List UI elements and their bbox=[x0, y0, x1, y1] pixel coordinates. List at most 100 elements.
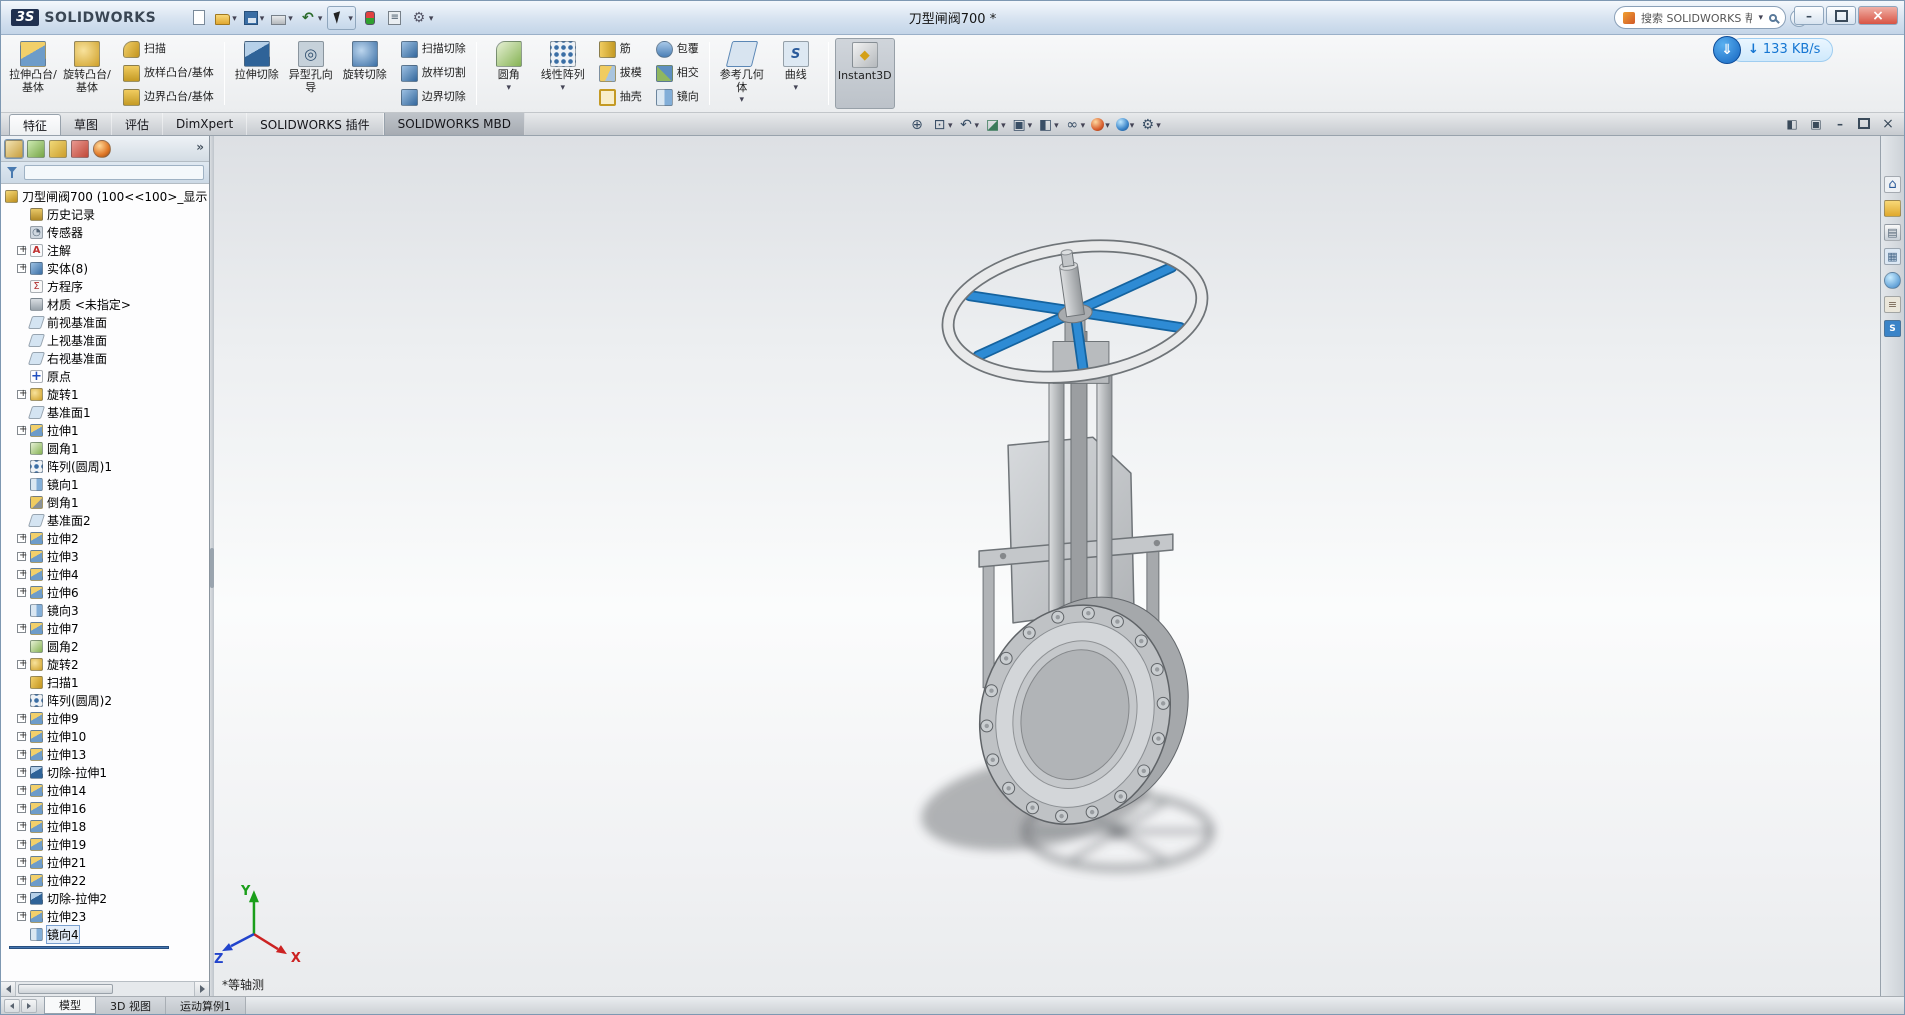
tree-item[interactable]: 拉伸21 bbox=[5, 853, 209, 871]
previous-view-button[interactable] bbox=[957, 115, 982, 135]
tab-scroll-right-button[interactable] bbox=[21, 998, 37, 1013]
commandmanager-tab[interactable]: DimXpert bbox=[163, 113, 248, 135]
tree-item[interactable]: 圆角1 bbox=[5, 439, 209, 457]
expand-toggle-icon[interactable] bbox=[17, 856, 27, 867]
zoom-area-button[interactable] bbox=[930, 115, 955, 135]
search-scope-icon[interactable] bbox=[1623, 11, 1635, 24]
expand-toggle-icon[interactable] bbox=[17, 532, 27, 543]
tree-item[interactable]: 拉伸13 bbox=[5, 745, 209, 763]
tree-item[interactable]: 拉伸3 bbox=[5, 547, 209, 565]
ribbon-button[interactable]: 圆角 bbox=[483, 38, 535, 109]
ribbon-button[interactable]: 扫描切除 bbox=[397, 38, 470, 61]
document-restore-button[interactable] bbox=[1854, 115, 1874, 132]
ribbon-button[interactable]: 旋转凸台/基体 bbox=[61, 38, 113, 109]
tree-item[interactable]: 拉伸4 bbox=[5, 565, 209, 583]
tree-item[interactable]: 拉伸7 bbox=[5, 619, 209, 637]
ribbon-button[interactable]: 镜向 bbox=[652, 86, 703, 109]
commandmanager-tab[interactable]: 草图 bbox=[61, 113, 113, 135]
expand-toggle-icon[interactable] bbox=[17, 568, 27, 579]
file-explorer-icon[interactable] bbox=[1884, 224, 1901, 241]
solidworks-forum-icon[interactable] bbox=[1884, 320, 1901, 337]
expand-toggle-icon[interactable] bbox=[17, 766, 27, 777]
help-search-box[interactable]: 搜索 SOLIDWORKS 帮助 bbox=[1614, 6, 1786, 29]
tree-item[interactable]: 镜向4 bbox=[5, 924, 209, 944]
tree-item[interactable]: 拉伸16 bbox=[5, 799, 209, 817]
tree-item[interactable]: 镜向1 bbox=[5, 475, 209, 493]
expand-toggle-icon[interactable] bbox=[17, 820, 27, 831]
expand-toggle-icon[interactable] bbox=[17, 622, 27, 633]
ribbon-button[interactable]: 拉伸切除 bbox=[231, 38, 283, 109]
expand-toggle-icon[interactable] bbox=[17, 658, 27, 669]
expand-toggle-icon[interactable] bbox=[17, 550, 27, 561]
view-palette-icon[interactable] bbox=[1884, 248, 1901, 265]
tree-item[interactable]: 拉伸9 bbox=[5, 709, 209, 727]
tree-item[interactable]: 实体(8) bbox=[5, 259, 209, 277]
tree-item[interactable]: 拉伸10 bbox=[5, 727, 209, 745]
commandmanager-tab[interactable]: SOLIDWORKS 插件 bbox=[247, 113, 384, 135]
print-button[interactable] bbox=[269, 6, 295, 30]
tree-item[interactable]: 旋转1 bbox=[5, 385, 209, 403]
select-button[interactable] bbox=[327, 5, 356, 30]
scroll-left-button[interactable] bbox=[1, 982, 16, 996]
tree-item[interactable]: 拉伸1 bbox=[5, 421, 209, 439]
expand-toggle-icon[interactable] bbox=[17, 910, 27, 921]
solidworks-resources-icon[interactable] bbox=[1884, 176, 1901, 193]
single-pane-icon[interactable] bbox=[1806, 115, 1826, 132]
tree-item[interactable]: 扫描1 bbox=[5, 673, 209, 691]
ribbon-button[interactable]: 异型孔向导 bbox=[285, 38, 337, 109]
document-tab[interactable]: 模型 bbox=[44, 997, 96, 1014]
save-button[interactable] bbox=[242, 6, 267, 30]
tree-item[interactable]: 切除-拉伸2 bbox=[5, 889, 209, 907]
expand-toggle-icon[interactable] bbox=[17, 784, 27, 795]
document-minimize-button[interactable] bbox=[1830, 115, 1850, 132]
expand-toggle-icon[interactable] bbox=[17, 262, 27, 273]
panel-overflow-chevron[interactable]: » bbox=[196, 140, 204, 154]
tree-item[interactable]: 拉伸14 bbox=[5, 781, 209, 799]
tree-item[interactable]: 阵列(圆周)1 bbox=[5, 457, 209, 475]
design-library-icon[interactable] bbox=[1884, 200, 1901, 217]
tree-item[interactable]: 拉伸23 bbox=[5, 907, 209, 925]
tree-item[interactable]: 阵列(圆周)2 bbox=[5, 691, 209, 709]
displaymanager-tab[interactable] bbox=[93, 139, 111, 158]
new-button[interactable] bbox=[188, 6, 210, 30]
ribbon-button[interactable]: 筋 bbox=[595, 38, 646, 61]
ribbon-button[interactable]: 旋转切除 bbox=[339, 38, 391, 109]
search-dropdown-arrow-icon[interactable] bbox=[1758, 13, 1763, 22]
scrollbar-track[interactable] bbox=[16, 982, 194, 996]
propertymanager-tab[interactable] bbox=[27, 139, 45, 158]
expand-toggle-icon[interactable] bbox=[17, 802, 27, 813]
tree-item[interactable]: 倒角1 bbox=[5, 493, 209, 511]
expand-toggle-icon[interactable] bbox=[17, 244, 27, 255]
rebuild-button[interactable] bbox=[359, 6, 381, 30]
cloud-download-icon[interactable] bbox=[1713, 35, 1741, 64]
expand-toggle-icon[interactable] bbox=[17, 838, 27, 849]
featuremanager-tab[interactable] bbox=[4, 138, 24, 159]
expand-toggle-icon[interactable] bbox=[17, 712, 27, 723]
tree-item[interactable]: 旋转2 bbox=[5, 655, 209, 673]
expand-toggle-icon[interactable] bbox=[17, 388, 27, 399]
maximize-button[interactable] bbox=[1826, 6, 1856, 25]
tree-item[interactable]: 历史记录 bbox=[5, 205, 209, 223]
filter-funnel-icon[interactable] bbox=[6, 166, 19, 179]
ribbon-button[interactable]: 线性阵列 bbox=[537, 38, 589, 109]
ribbon-button[interactable]: 参考几何体 bbox=[716, 38, 768, 109]
split-pane-icon[interactable] bbox=[1782, 115, 1802, 132]
section-view-button[interactable] bbox=[983, 115, 1008, 135]
tree-item[interactable]: 基准面1 bbox=[5, 403, 209, 421]
valve-model[interactable] bbox=[939, 231, 1213, 847]
scrollbar-thumb[interactable] bbox=[18, 984, 113, 994]
tree-item[interactable]: 上视基准面 bbox=[5, 331, 209, 349]
document-tab[interactable]: 运动算例1 bbox=[165, 997, 246, 1014]
tree-item[interactable]: 拉伸2 bbox=[5, 529, 209, 547]
expand-toggle-icon[interactable] bbox=[17, 424, 27, 435]
rollback-bar[interactable] bbox=[9, 946, 169, 949]
commandmanager-tab[interactable]: 评估 bbox=[112, 113, 164, 135]
view-settings-button[interactable] bbox=[1138, 115, 1163, 135]
search-icon[interactable] bbox=[1769, 13, 1777, 22]
ribbon-button[interactable]: 边界凸台/基体 bbox=[119, 86, 218, 109]
file-properties-button[interactable] bbox=[384, 6, 406, 30]
configurationmanager-tab[interactable] bbox=[49, 139, 67, 158]
tree-item[interactable]: 传感器 bbox=[5, 223, 209, 241]
ribbon-button[interactable]: 相交 bbox=[652, 62, 703, 85]
search-input[interactable]: 搜索 SOLIDWORKS 帮助 bbox=[1641, 10, 1752, 26]
